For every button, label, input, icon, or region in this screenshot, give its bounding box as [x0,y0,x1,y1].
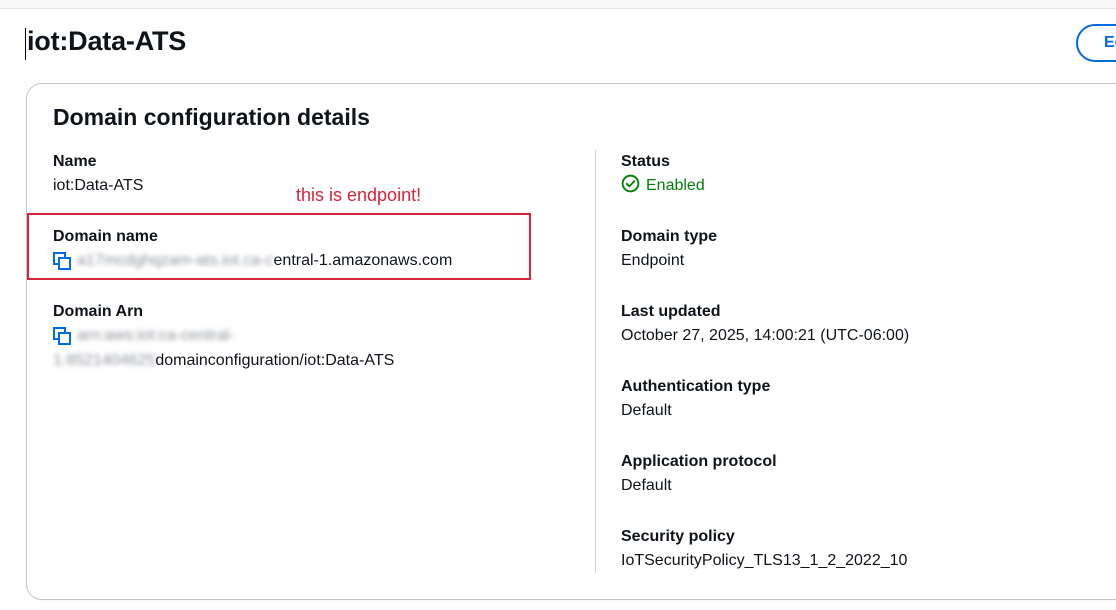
authentication-type-field: Authentication type Default [621,376,770,423]
domain-arn-field: Domain Arn arn:aws:iot:ca-central- 1:852… [53,301,394,373]
annotation-box [27,213,531,280]
application-protocol-value: Default [621,477,672,494]
edit-button[interactable]: Edit [1076,24,1116,62]
authentication-type-value: Default [621,402,672,419]
domain-arn-value: arn:aws:iot:ca-central- [53,323,394,348]
copy-icon[interactable] [53,326,71,345]
annotation-text: this is endpoint! [296,185,422,205]
status-value: Enabled [621,173,705,198]
domain-arn-value-line2: 1:8521404625domainconfiguration/iot:Data… [53,348,394,373]
security-policy-label: Security policy [621,528,735,545]
domain-type-label: Domain type [621,228,718,245]
text-cursor [25,28,26,60]
security-policy-value: IoTSecurityPolicy_TLS13_1_2_2022_10 [621,552,908,569]
status-field: Status Enabled [621,151,705,198]
application-protocol-label: Application protocol [621,453,777,470]
name-label: Name [53,153,97,170]
domain-type-value: Endpoint [621,252,685,269]
check-circle-icon [621,174,640,193]
authentication-type-label: Authentication type [621,378,771,395]
domain-arn-label: Domain Arn [53,303,144,320]
column-divider [595,150,596,573]
last-updated-label: Last updated [621,303,721,320]
status-label: Status [621,153,670,170]
domain-type-field: Domain type Endpoint [621,226,717,273]
domain-arn-visible-part: domainconfiguration/iot:Data-ATS [155,352,395,369]
status-text: Enabled [646,177,705,194]
last-updated-field: Last updated October 27, 2025, 14:00:21 … [621,301,909,348]
name-value: iot:Data-ATS [53,177,144,194]
last-updated-value: October 27, 2025, 14:00:21 (UTC-06:00) [621,327,910,344]
domain-arn-redacted-line2: 1:8521404625 [53,352,156,369]
card-title: Domain configuration details [53,104,370,130]
security-policy-field: Security policy IoTSecurityPolicy_TLS13_… [621,526,907,573]
page-title: iot:Data-ATS [27,26,187,56]
application-protocol-field: Application protocol Default [621,451,777,498]
domain-arn-redacted-line1: arn:aws:iot:ca-central- [77,327,235,344]
name-field: Name iot:Data-ATS [53,151,143,198]
